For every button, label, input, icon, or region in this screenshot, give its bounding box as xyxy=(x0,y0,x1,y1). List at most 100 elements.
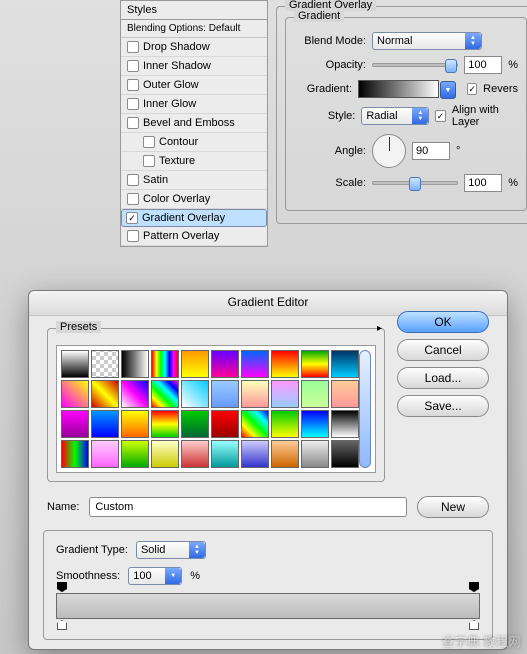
style-row-inner-shadow[interactable]: Inner Shadow xyxy=(121,57,267,76)
reverse-checkbox[interactable] xyxy=(467,83,477,95)
style-row-bevel-and-emboss[interactable]: Bevel and Emboss xyxy=(121,114,267,133)
style-checkbox[interactable] xyxy=(127,79,139,91)
style-row-texture[interactable]: Texture xyxy=(121,152,267,171)
new-button[interactable]: New xyxy=(417,496,489,518)
style-row-drop-shadow[interactable]: Drop Shadow xyxy=(121,38,267,57)
preset-swatch[interactable] xyxy=(151,410,179,438)
presets-scrollbar[interactable] xyxy=(359,350,371,468)
gradient-type-label: Gradient Type: xyxy=(56,544,128,556)
preset-swatch[interactable] xyxy=(331,380,359,408)
preset-swatch[interactable] xyxy=(121,380,149,408)
style-checkbox[interactable] xyxy=(127,117,139,129)
preset-swatch[interactable] xyxy=(61,410,89,438)
style-row-satin[interactable]: Satin xyxy=(121,171,267,190)
scale-slider[interactable] xyxy=(372,181,458,185)
preset-swatch[interactable] xyxy=(181,440,209,468)
preset-swatch[interactable] xyxy=(211,410,239,438)
color-stop-right[interactable] xyxy=(469,620,479,630)
preset-swatch[interactable] xyxy=(211,350,239,378)
style-row-outer-glow[interactable]: Outer Glow xyxy=(121,76,267,95)
style-row-inner-glow[interactable]: Inner Glow xyxy=(121,95,267,114)
percent-label: % xyxy=(508,59,518,71)
preset-swatch[interactable] xyxy=(61,440,89,468)
style-select[interactable]: Radial ▲▼ xyxy=(361,107,429,125)
opacity-stop-left[interactable] xyxy=(57,582,67,592)
preset-swatch[interactable] xyxy=(121,410,149,438)
preset-swatch[interactable] xyxy=(271,410,299,438)
angle-wheel[interactable] xyxy=(372,134,406,168)
preset-swatch[interactable] xyxy=(61,380,89,408)
style-checkbox[interactable] xyxy=(143,155,155,167)
save-button[interactable]: Save... xyxy=(397,395,489,417)
preset-swatch[interactable] xyxy=(181,410,209,438)
style-row-color-overlay[interactable]: Color Overlay xyxy=(121,190,267,209)
gradient-type-select[interactable]: Solid ▲▼ xyxy=(136,541,206,559)
preset-swatch[interactable] xyxy=(121,440,149,468)
opacity-stop-right[interactable] xyxy=(469,582,479,592)
gradient-swatch[interactable]: ▼ xyxy=(358,80,439,98)
angle-input[interactable]: 90 xyxy=(412,142,450,160)
preset-swatch[interactable] xyxy=(61,350,89,378)
preset-swatch[interactable] xyxy=(301,380,329,408)
style-checkbox[interactable] xyxy=(127,98,139,110)
smoothness-label: Smoothness: xyxy=(56,570,120,582)
preset-swatch[interactable] xyxy=(271,380,299,408)
style-checkbox[interactable] xyxy=(127,41,139,53)
gradient-legend: Gradient xyxy=(294,10,344,22)
opacity-slider[interactable] xyxy=(372,63,458,67)
preset-swatch[interactable] xyxy=(331,350,359,378)
preset-swatch[interactable] xyxy=(301,410,329,438)
preset-swatch[interactable] xyxy=(211,380,239,408)
preset-swatch[interactable] xyxy=(91,410,119,438)
style-checkbox[interactable] xyxy=(127,60,139,72)
smoothness-input[interactable]: 100 ▼ xyxy=(128,567,182,585)
style-checkbox[interactable] xyxy=(126,212,138,224)
preset-swatch[interactable] xyxy=(91,380,119,408)
color-stop-left[interactable] xyxy=(57,620,67,630)
preset-swatch[interactable] xyxy=(241,410,269,438)
scale-input[interactable]: 100 xyxy=(464,174,502,192)
opacity-input[interactable]: 100 xyxy=(464,56,502,74)
percent-label: % xyxy=(190,570,200,582)
preset-swatch[interactable] xyxy=(151,350,179,378)
blend-mode-select[interactable]: Normal ▲▼ xyxy=(372,32,482,50)
preset-swatch[interactable] xyxy=(331,440,359,468)
chevron-down-icon[interactable]: ▼ xyxy=(440,81,456,99)
style-row-pattern-overlay[interactable]: Pattern Overlay xyxy=(121,227,267,246)
gradient-fieldset: Gradient Blend Mode: Normal ▲▼ Opacity: … xyxy=(285,17,527,211)
preset-swatch[interactable] xyxy=(271,350,299,378)
style-row-contour[interactable]: Contour xyxy=(121,133,267,152)
preset-swatch[interactable] xyxy=(181,380,209,408)
gradient-bar[interactable] xyxy=(56,593,480,619)
preset-swatch[interactable] xyxy=(151,380,179,408)
degree-label: ° xyxy=(456,145,460,157)
preset-swatch[interactable] xyxy=(241,380,269,408)
style-label: Gradient Overlay xyxy=(142,212,225,224)
ok-button[interactable]: OK xyxy=(397,311,489,333)
preset-swatch[interactable] xyxy=(241,350,269,378)
name-input[interactable]: Custom xyxy=(89,497,407,517)
preset-swatch[interactable] xyxy=(271,440,299,468)
opacity-label: Opacity: xyxy=(294,59,366,71)
preset-swatch[interactable] xyxy=(121,350,149,378)
align-checkbox[interactable] xyxy=(435,110,446,122)
preset-swatch[interactable] xyxy=(91,440,119,468)
preset-swatch[interactable] xyxy=(91,350,119,378)
style-checkbox[interactable] xyxy=(127,193,139,205)
preset-swatch[interactable] xyxy=(241,440,269,468)
style-checkbox[interactable] xyxy=(143,136,155,148)
style-row-gradient-overlay[interactable]: Gradient Overlay xyxy=(121,209,267,227)
blending-options[interactable]: Blending Options: Default xyxy=(121,20,267,38)
preset-swatch[interactable] xyxy=(211,440,239,468)
preset-swatch[interactable] xyxy=(301,350,329,378)
style-checkbox[interactable] xyxy=(127,174,139,186)
style-label: Outer Glow xyxy=(143,79,199,91)
preset-swatch[interactable] xyxy=(301,440,329,468)
load-button[interactable]: Load... xyxy=(397,367,489,389)
style-checkbox[interactable] xyxy=(127,230,139,242)
preset-swatch[interactable] xyxy=(181,350,209,378)
cancel-button[interactable]: Cancel xyxy=(397,339,489,361)
preset-swatch[interactable] xyxy=(151,440,179,468)
flyout-icon[interactable]: ▸ xyxy=(377,323,382,334)
preset-swatch[interactable] xyxy=(331,410,359,438)
